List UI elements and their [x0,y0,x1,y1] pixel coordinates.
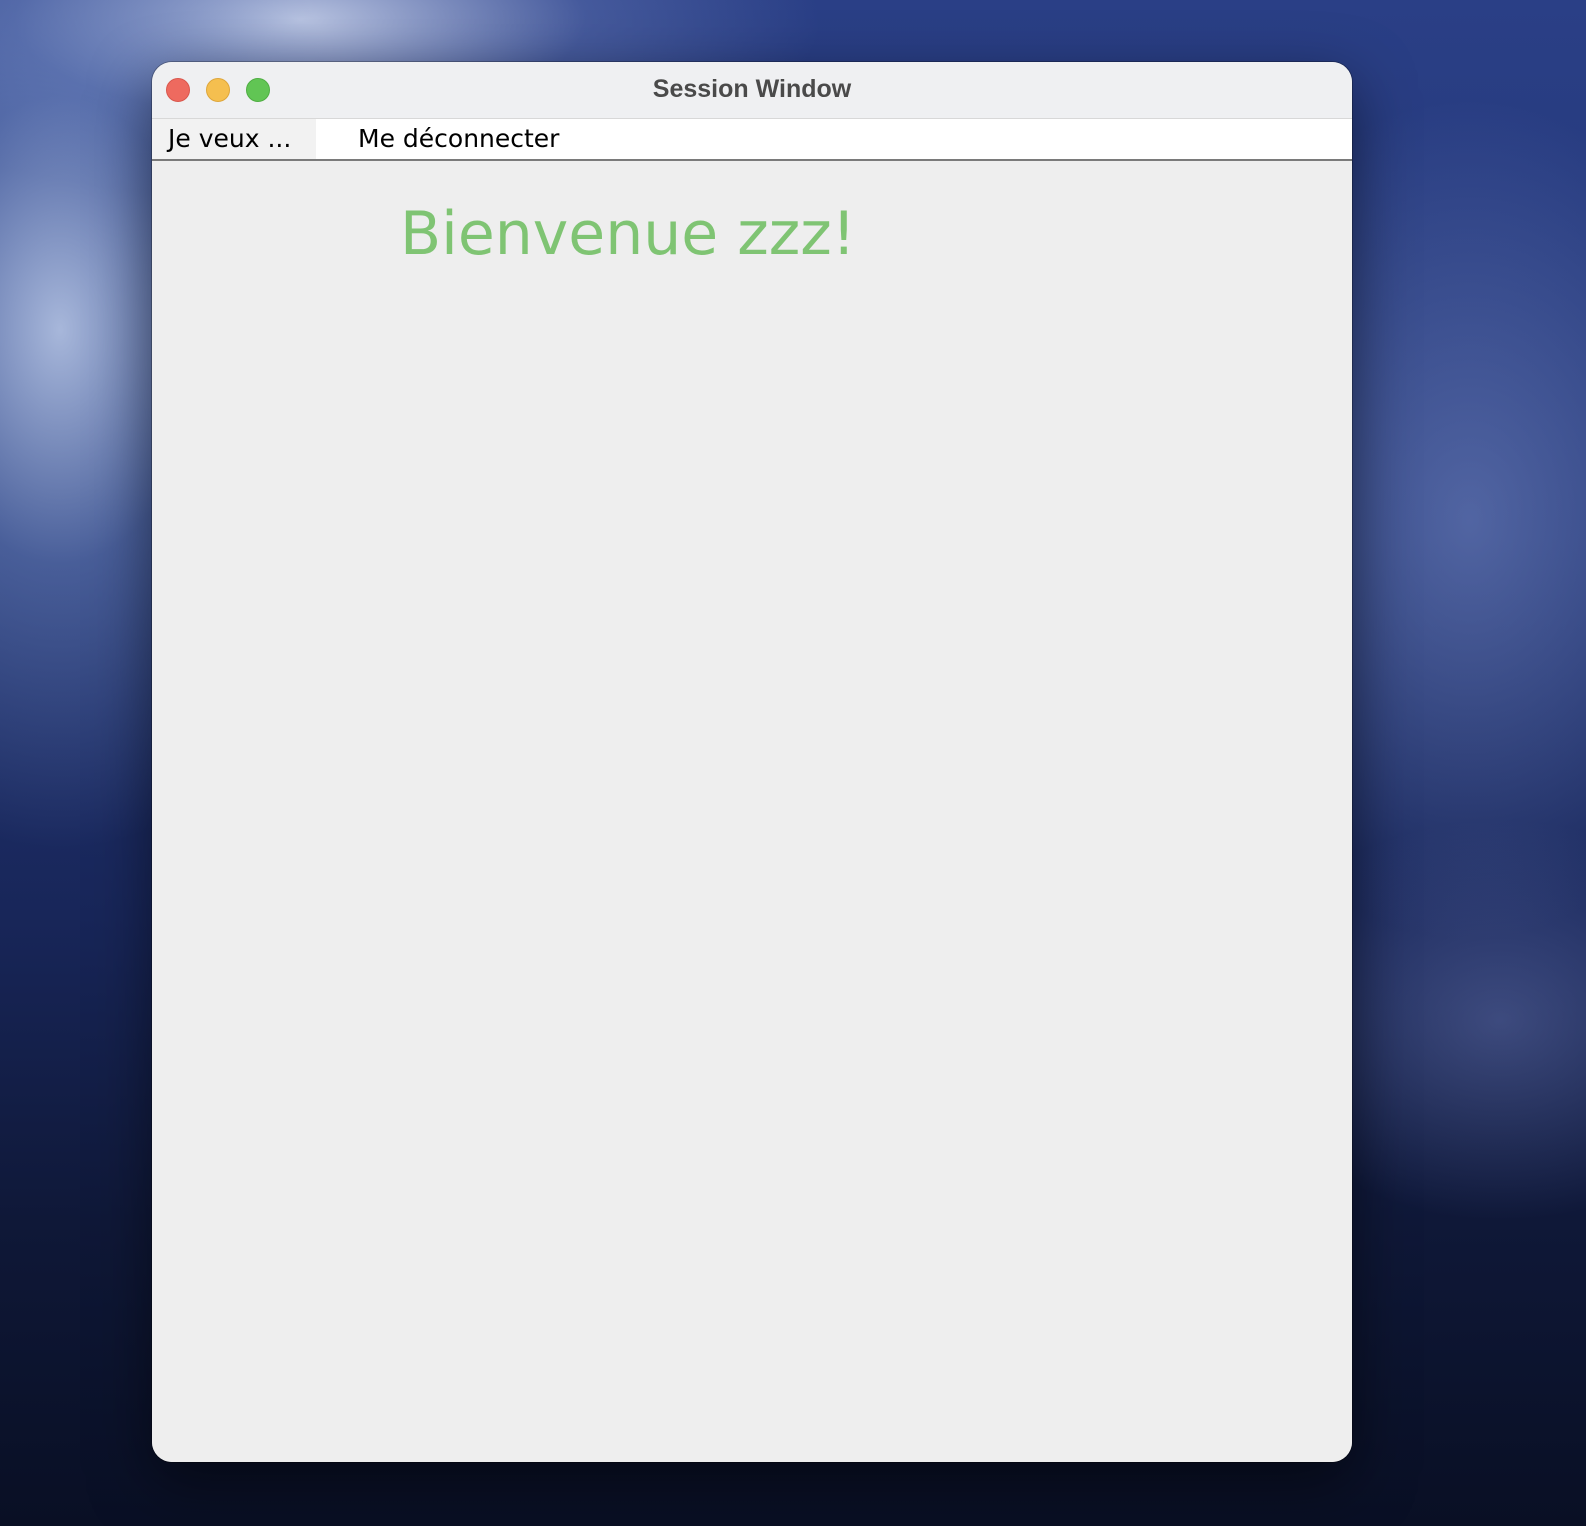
menu-me-deconnecter[interactable]: Me déconnecter [316,119,575,159]
session-window: Session Window Je veux ... Me déconnecte… [152,62,1352,1462]
menu-bar: Je veux ... Me déconnecter [152,119,1352,161]
welcome-label: Bienvenue zzz! [400,199,856,269]
window-title: Session Window [652,75,852,103]
title-bar[interactable]: Session Window [152,62,1352,119]
content-panel: Bienvenue zzz! [152,161,1352,1462]
menu-je-veux[interactable]: Je veux ... [152,119,316,159]
